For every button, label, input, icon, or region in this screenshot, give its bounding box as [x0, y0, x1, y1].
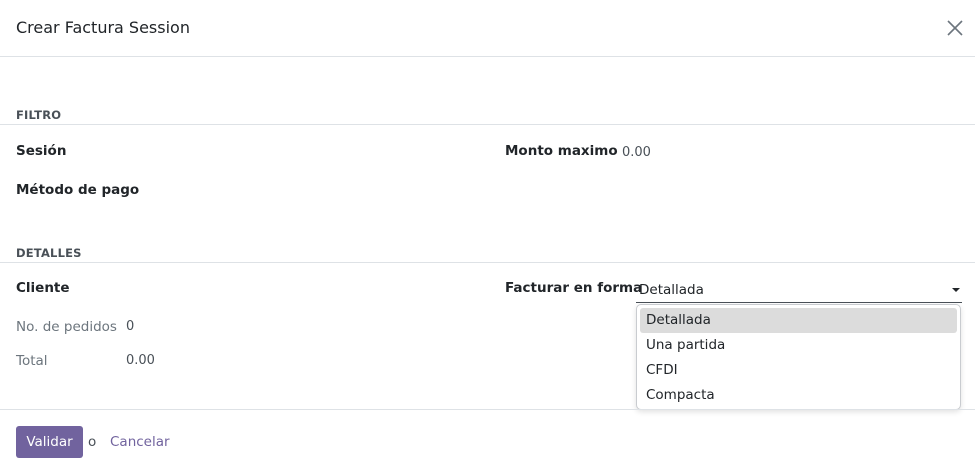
validar-button[interactable]: Validar — [16, 426, 83, 458]
option-una-partida[interactable]: Una partida — [640, 333, 957, 358]
total-label: Total — [16, 353, 48, 369]
facturar-dropdown: Detallada Una partida CFDI Compacta — [636, 304, 961, 410]
detalles-section-title: DETALLES — [16, 246, 82, 260]
monto-maximo-label: Monto maximo — [505, 143, 618, 159]
pedidos-label: No. de pedidos — [16, 319, 117, 335]
cliente-label: Cliente — [16, 280, 70, 296]
option-compacta[interactable]: Compacta — [640, 383, 957, 408]
option-cfdi[interactable]: CFDI — [640, 358, 957, 383]
facturar-select-value: Detallada — [639, 282, 704, 298]
dialog-header: Crear Factura Session — [0, 0, 975, 57]
close-icon — [947, 20, 963, 36]
cancelar-link[interactable]: Cancelar — [110, 434, 170, 450]
option-detallada[interactable]: Detallada — [640, 308, 957, 333]
facturar-select[interactable]: Detallada — [636, 278, 962, 303]
sesion-label: Sesión — [16, 143, 67, 159]
dialog-title: Crear Factura Session — [16, 18, 190, 37]
filtro-divider — [0, 124, 975, 125]
chevron-down-icon — [952, 288, 960, 292]
or-text: o — [88, 434, 97, 450]
detalles-divider — [0, 262, 975, 263]
facturar-label: Facturar en forma — [505, 280, 643, 296]
filtro-section-title: FILTRO — [16, 108, 62, 122]
footer-divider — [0, 409, 975, 410]
crear-factura-dialog: Crear Factura Session FILTRO Sesión Méto… — [0, 0, 975, 472]
close-button[interactable] — [944, 17, 966, 39]
total-value: 0.00 — [126, 353, 155, 368]
metodo-pago-label: Método de pago — [16, 182, 140, 198]
monto-maximo-value[interactable]: 0.00 — [622, 145, 651, 160]
pedidos-value: 0 — [126, 319, 135, 334]
